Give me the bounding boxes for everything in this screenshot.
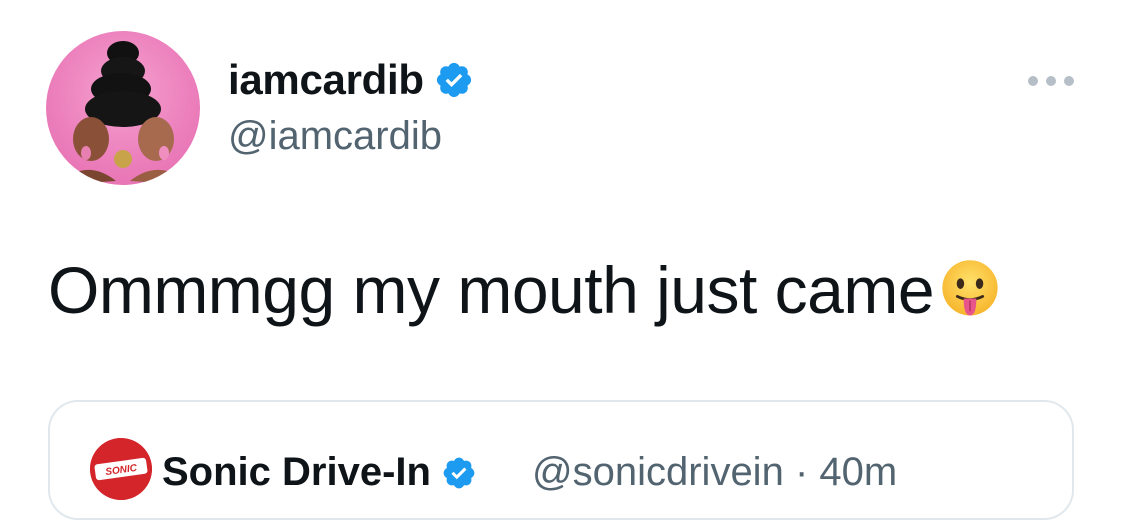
more-horizontal-icon-dot (1064, 76, 1074, 86)
quoted-author-avatar[interactable]: SONIC (90, 438, 152, 500)
quoted-author-handle[interactable]: @sonicdrivein (532, 450, 784, 494)
more-options-button[interactable] (1028, 70, 1074, 92)
avatar-image (56, 41, 192, 185)
sonic-logo-icon: SONIC (90, 438, 152, 500)
face-with-tongue-icon (942, 260, 998, 316)
quoted-tweet-time[interactable]: 40m (819, 450, 897, 494)
author-name-row[interactable]: iamcardib (228, 56, 474, 104)
meta-separator: · (794, 450, 809, 494)
verified-badge-icon (443, 457, 475, 488)
quoted-author-name-row[interactable]: Sonic Drive-In (162, 450, 477, 495)
more-horizontal-icon (1028, 76, 1038, 86)
author-avatar[interactable] (46, 31, 200, 185)
verified-badge-icon (436, 62, 471, 98)
author-name[interactable]: iamcardib (228, 56, 424, 104)
quoted-tweet-card[interactable]: SONIC Sonic Drive-In @sonicdrivein · 40m (48, 400, 1074, 520)
author-handle[interactable]: @iamcardib (228, 114, 442, 159)
quoted-author-name[interactable]: Sonic Drive-In (162, 450, 431, 495)
tweet-text-content: Ommmgg my mouth just came (48, 253, 935, 327)
more-horizontal-icon-dot (1046, 76, 1056, 86)
quoted-author-meta: @sonicdrivein · 40m (532, 450, 897, 495)
tweet-text: Ommmgg my mouth just came (48, 252, 1004, 328)
